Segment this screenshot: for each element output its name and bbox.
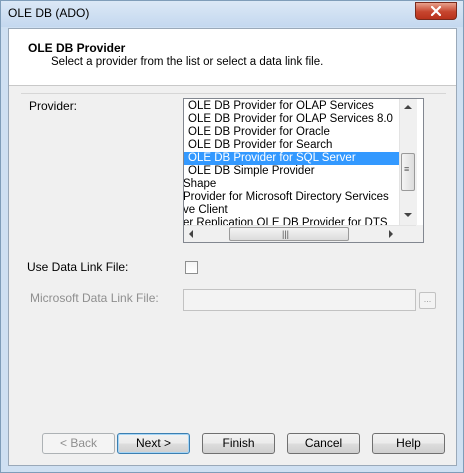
provider-vertical-scrollbar[interactable]: ≡ <box>399 99 417 225</box>
provider-list-viewport: OLE DB Provider for OLAP Services OLE DB… <box>184 99 399 225</box>
provider-item-oracle[interactable]: OLE DB Provider for Oracle <box>186 126 330 139</box>
page-subtitle: Select a provider from the list or selec… <box>51 56 324 68</box>
scroll-right-arrow-icon[interactable] <box>389 230 393 238</box>
next-button[interactable]: Next > <box>117 433 190 454</box>
browse-button[interactable]: ... <box>419 292 436 309</box>
provider-item-simple[interactable]: OLE DB Simple Provider <box>186 165 315 178</box>
page-title: OLE DB Provider <box>28 41 126 55</box>
provider-item-sql-server[interactable]: OLE DB Provider for SQL Server <box>184 152 399 165</box>
cancel-button[interactable]: Cancel <box>287 433 360 454</box>
vertical-grip-icon: ≡ <box>404 164 410 174</box>
data-link-file-field[interactable] <box>183 289 416 311</box>
close-icon <box>431 6 441 16</box>
back-button[interactable]: < Back <box>42 433 115 454</box>
help-button[interactable]: Help <box>372 433 445 454</box>
window-title: OLE DB (ADO) <box>8 6 90 20</box>
provider-item-shape[interactable]: Shape <box>184 178 216 191</box>
provider-listbox[interactable]: OLE DB Provider for OLAP Services OLE DB… <box>183 98 424 243</box>
dialog-window: OLE DB (ADO) OLE DB Provider Select a pr… <box>0 0 464 473</box>
provider-item-client[interactable]: ve Client <box>184 204 228 217</box>
use-data-link-label: Use Data Link File: <box>27 260 129 274</box>
provider-label: Provider: <box>29 99 78 113</box>
provider-item-olap[interactable]: OLE DB Provider for OLAP Services <box>186 100 374 113</box>
horizontal-scroll-thumb[interactable]: ||| <box>229 227 349 241</box>
data-link-file-label: Microsoft Data Link File: <box>30 291 159 305</box>
scroll-corner <box>416 225 423 242</box>
header-panel: OLE DB Provider Select a provider from t… <box>9 29 456 86</box>
scroll-down-arrow-icon[interactable] <box>404 213 412 217</box>
title-bar[interactable]: OLE DB (ADO) <box>1 1 463 27</box>
horizontal-grip-icon: ||| <box>282 229 290 239</box>
dialog-client-area: OLE DB Provider Select a provider from t… <box>8 28 457 466</box>
finish-button[interactable]: Finish <box>202 433 275 454</box>
provider-item-olap-8[interactable]: OLE DB Provider for OLAP Services 8.0 <box>186 113 393 126</box>
provider-item-directory-services[interactable]: Provider for Microsoft Directory Service… <box>184 191 389 204</box>
use-data-link-checkbox[interactable] <box>185 261 198 274</box>
provider-item-dts[interactable]: er Replication OLE DB Provider for DTS <box>184 217 388 225</box>
scroll-left-arrow-icon[interactable] <box>189 230 193 238</box>
provider-item-search[interactable]: OLE DB Provider for Search <box>186 139 332 152</box>
provider-horizontal-scrollbar[interactable]: ||| <box>184 225 416 242</box>
vertical-scroll-thumb[interactable]: ≡ <box>401 153 415 191</box>
close-button[interactable] <box>415 2 457 20</box>
scroll-up-arrow-icon[interactable] <box>404 105 412 109</box>
